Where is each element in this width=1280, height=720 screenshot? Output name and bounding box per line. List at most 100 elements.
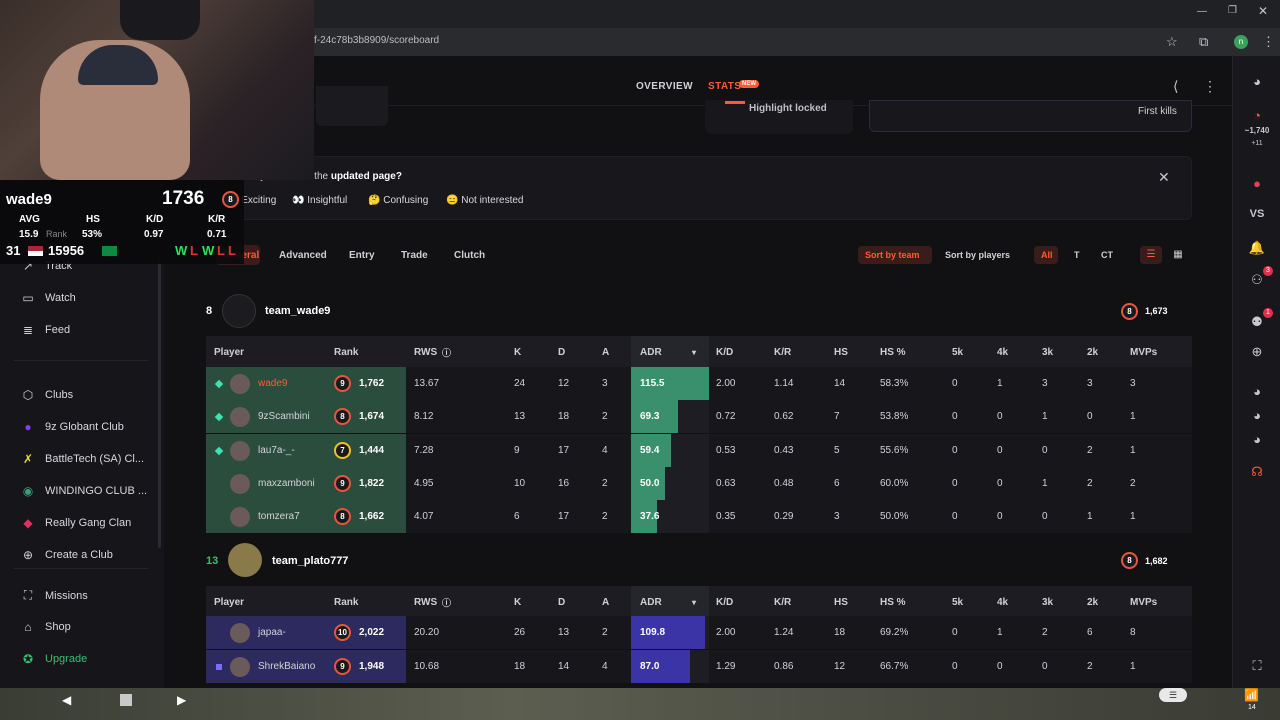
column-header-rws[interactable]: RWS xyxy=(414,586,437,618)
side-ct-button[interactable]: CT xyxy=(1101,250,1113,260)
menu-icon[interactable]: ⋮ xyxy=(1262,34,1275,50)
scroll-left-icon[interactable]: ◀ xyxy=(62,693,71,707)
tab-overview[interactable]: OVERVIEW xyxy=(636,81,693,92)
column-header-5k[interactable]: 5k xyxy=(952,586,963,618)
player-cell[interactable]: 9zScambini xyxy=(230,400,310,433)
column-header-hs[interactable]: HS xyxy=(834,586,848,618)
sidebar-item-upgrade[interactable]: ✪ Upgrade xyxy=(20,652,87,666)
restore-icon[interactable]: ❐ xyxy=(1228,5,1237,16)
player-name[interactable]: wade9 xyxy=(258,378,287,389)
table-row[interactable]: ShrekBaiano 9 1,948 10.68 18 14 4 87.0 1.29 0.86 1… xyxy=(206,650,1192,683)
team-name[interactable]: team_plato777 xyxy=(272,555,348,567)
sidebar-item-really-gang-clan[interactable]: ◆ Really Gang Clan xyxy=(20,516,131,530)
survey-option-not-interested[interactable]: 😑 Not interested xyxy=(446,195,524,206)
column-header-a[interactable]: A xyxy=(602,336,609,368)
column-header-adr[interactable]: ADR xyxy=(640,336,662,368)
scroll-thumb[interactable] xyxy=(120,694,132,706)
info-icon[interactable]: ⓘ xyxy=(442,336,451,368)
column-header-3k[interactable]: 3k xyxy=(1042,336,1053,368)
player-name[interactable]: tomzera7 xyxy=(258,511,300,522)
player-name[interactable]: 9zScambini xyxy=(258,411,310,422)
side-t-button[interactable]: T xyxy=(1074,250,1080,260)
sidebar-item-watch[interactable]: ▭ Watch xyxy=(20,291,75,305)
share-icon[interactable]: ⟨ xyxy=(1173,78,1178,95)
minimize-icon[interactable]: — xyxy=(1197,6,1207,17)
friend-avatar-icon[interactable]: ◕ xyxy=(1247,384,1267,399)
sidebar-item-windingo-club[interactable]: ◉ WINDINGO CLUB ... xyxy=(20,484,147,498)
grid-view-icon[interactable]: ▦ xyxy=(1168,246,1188,264)
extension-icon[interactable]: ⧉ xyxy=(1199,34,1208,50)
profile-icon[interactable]: n xyxy=(1234,35,1248,49)
column-header-4k[interactable]: 4k xyxy=(997,336,1008,368)
column-header-k[interactable]: K xyxy=(514,336,521,368)
tab-advanced[interactable]: Advanced xyxy=(279,250,327,261)
column-header-rank[interactable]: Rank xyxy=(334,336,358,368)
tab-trade[interactable]: Trade xyxy=(401,250,428,261)
player-cell[interactable]: maxzamboni xyxy=(230,467,315,500)
table-row[interactable]: lau7a-_- 7 1,444 7.28 9 17 4 59.4 0.53 0.43 5 55.6%… xyxy=(206,434,1192,467)
column-header-a[interactable]: A xyxy=(602,586,609,618)
sidebar-item-feed[interactable]: ≣ Feed xyxy=(20,323,70,337)
chat-icon[interactable]: ⛶ xyxy=(1247,658,1267,674)
player-name[interactable]: ShrekBaiano xyxy=(258,661,315,672)
table-row[interactable]: 9zScambini 8 1,674 8.12 13 18 2 69.3 0.72 0.62 7 53… xyxy=(206,400,1192,433)
friend-avatar-icon[interactable]: ◕ xyxy=(1247,432,1267,447)
sort-by-players-button[interactable]: Sort by players xyxy=(945,250,1010,260)
sidebar-item-9z-globant-club[interactable]: ● 9z Globant Club xyxy=(20,420,124,434)
column-header-d[interactable]: D xyxy=(558,586,565,618)
close-survey-icon[interactable]: ✕ xyxy=(1158,169,1170,186)
sort-by-team-button[interactable]: Sort by team xyxy=(865,250,920,260)
sidebar-item-missions[interactable]: ⛶ Missions xyxy=(20,588,88,603)
player-name[interactable]: maxzamboni xyxy=(258,478,315,489)
column-header-4k[interactable]: 4k xyxy=(997,586,1008,618)
column-header-5k[interactable]: 5k xyxy=(952,336,963,368)
add-icon[interactable]: ⊕ xyxy=(1247,344,1267,360)
tab-clutch[interactable]: Clutch xyxy=(454,250,485,261)
headset-icon[interactable]: ☊ xyxy=(1247,464,1267,480)
column-header-k-d[interactable]: K/D xyxy=(716,336,733,368)
chevron-down-icon[interactable]: ▾ xyxy=(692,586,696,618)
table-row[interactable]: wade9 9 1,762 13.67 24 12 3 115.5 2.00 1.14 14 58.3… xyxy=(206,367,1192,400)
column-header-k-r[interactable]: K/R xyxy=(774,336,791,368)
star-icon[interactable]: ☆ xyxy=(1166,34,1178,50)
list-view-icon[interactable]: ☰ xyxy=(1140,246,1162,264)
level-icon[interactable]: ◔ xyxy=(1247,108,1267,123)
notifications-icon[interactable]: 🔔 xyxy=(1247,240,1267,256)
column-header-k[interactable]: K xyxy=(514,586,521,618)
tab-stats[interactable]: STATS xyxy=(708,81,741,92)
column-header-hs[interactable]: HS % xyxy=(880,336,906,368)
player-name[interactable]: japaa- xyxy=(258,627,286,638)
tab-entry[interactable]: Entry xyxy=(349,250,375,261)
column-header-hs[interactable]: HS % xyxy=(880,586,906,618)
column-header-2k[interactable]: 2k xyxy=(1087,586,1098,618)
info-icon[interactable]: ⓘ xyxy=(442,586,451,618)
player-cell[interactable]: ShrekBaiano xyxy=(230,650,315,683)
player-cell[interactable]: japaa- xyxy=(230,616,286,649)
player-cell[interactable]: lau7a-_- xyxy=(230,434,295,467)
column-header-k-r[interactable]: K/R xyxy=(774,586,791,618)
sidebar-scrollbar[interactable] xyxy=(158,258,161,548)
column-header-rws[interactable]: RWS xyxy=(414,336,437,368)
sidebar-item-battletech-sa-cl[interactable]: ✗ BattleTech (SA) Cl... xyxy=(20,452,144,466)
url-text[interactable]: f-24c78b3b8909/scoreboard xyxy=(314,35,439,46)
sidebar-item-clubs[interactable]: ⬡ Clubs xyxy=(20,388,73,402)
survey-option-confusing[interactable]: 🤔 Confusing xyxy=(368,195,428,206)
sidebar-item-shop[interactable]: ⌂ Shop xyxy=(20,620,70,634)
chevron-down-icon[interactable]: ▾ xyxy=(692,336,696,368)
survey-option-insightful[interactable]: 👀 Insightful xyxy=(292,195,347,206)
player-cell[interactable]: tomzera7 xyxy=(230,500,300,533)
user-avatar-icon[interactable]: ◕ xyxy=(1247,74,1267,89)
column-header-adr[interactable]: ADR xyxy=(640,586,662,618)
sidebar-item-create-a-club[interactable]: ⊕ Create a Club xyxy=(20,548,113,562)
side-all-button[interactable]: All xyxy=(1041,250,1053,260)
column-header-2k[interactable]: 2k xyxy=(1087,336,1098,368)
table-row[interactable]: maxzamboni 9 1,822 4.95 10 16 2 50.0 0.63 0.48 6 60… xyxy=(206,467,1192,500)
column-header-3k[interactable]: 3k xyxy=(1042,586,1053,618)
scroll-right-icon[interactable]: ▶ xyxy=(177,693,186,707)
table-row[interactable]: japaa- 10 2,022 20.20 26 13 2 109.8 2.00 1.24 18 69… xyxy=(206,616,1192,649)
signal-icon[interactable]: 📶 xyxy=(1244,688,1259,702)
column-header-d[interactable]: D xyxy=(558,336,565,368)
column-header-hs[interactable]: HS xyxy=(834,336,848,368)
column-header-k-d[interactable]: K/D xyxy=(716,586,733,618)
vs-label[interactable]: VS xyxy=(1247,208,1267,220)
